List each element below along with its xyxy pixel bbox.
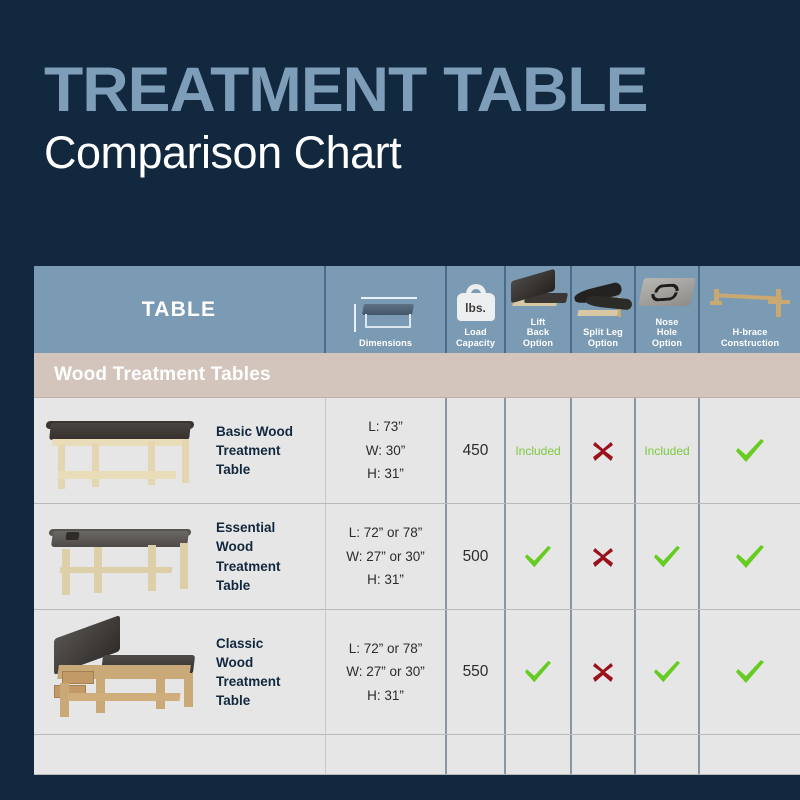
split-leg-icon — [572, 279, 634, 325]
header-label-lift-back-option: Lift Back Option — [522, 317, 554, 348]
page-title: TREATMENT TABLE — [44, 55, 648, 125]
nose-hole-cell: Included — [636, 398, 700, 503]
nose-hole-cell — [636, 610, 700, 734]
comparison-chart-page: TREATMENT TABLE Comparison Chart TABLE D… — [0, 0, 800, 800]
weight-icon-text: lbs. — [465, 301, 486, 316]
split-leg-cell — [572, 504, 636, 609]
header-label-h-brace-construction: H-brace Construction — [720, 327, 780, 348]
table-row[interactable] — [34, 735, 800, 775]
header-label-nose-hole-option: Nose Hole Option — [651, 317, 683, 348]
dimensions-value: L: 72” or 78” W: 27” or 30” H: 31” — [346, 525, 425, 588]
lift-back-icon — [506, 268, 570, 315]
check-icon — [525, 545, 551, 567]
header-label-table: TABLE — [141, 297, 217, 321]
table-header-row: TABLE Dimensions lbs. Load Capacity Lift… — [34, 266, 800, 353]
product-image-cell — [34, 398, 214, 503]
product-name-cell: Basic Wood Treatment Table — [214, 398, 326, 503]
header-label-split-leg-option: Split Leg Option — [583, 327, 623, 348]
dimensions-value: L: 73” W: 30” H: 31” — [365, 419, 406, 482]
h-brace-icon — [700, 279, 800, 325]
page-title-block: TREATMENT TABLE Comparison Chart — [44, 59, 764, 178]
table-row[interactable]: Essential Wood Treatment Table L: 72” or… — [34, 504, 800, 610]
load-capacity-cell: 450 — [447, 398, 506, 503]
load-capacity-cell: 500 — [447, 504, 506, 609]
product-name-cell: Essential Wood Treatment Table — [214, 504, 326, 609]
cross-icon — [593, 547, 613, 567]
section-header-wood-treatment-tables: Wood Treatment Tables — [34, 353, 800, 398]
cross-icon — [593, 663, 613, 682]
weight-lbs-icon: lbs. — [447, 279, 504, 325]
product-name: Basic Wood Treatment Table — [216, 423, 294, 478]
dimensions-cell — [326, 735, 447, 774]
nose-hole-value: Included — [644, 443, 690, 458]
lift-back-cell — [506, 504, 572, 609]
header-label-load-capacity: Load Capacity — [455, 327, 496, 348]
lift-back-cell: Included — [506, 398, 572, 503]
split-leg-cell — [572, 610, 636, 734]
product-image-cell — [34, 504, 214, 609]
comparison-table: TABLE Dimensions lbs. Load Capacity Lift… — [34, 266, 800, 800]
dimensions-value: L: 72” or 78” W: 27” or 30” H: 31” — [346, 640, 425, 703]
nose-hole-cell — [636, 504, 700, 609]
header-cell-split-leg-option: Split Leg Option — [572, 266, 636, 353]
load-capacity-cell — [447, 735, 506, 774]
basic-wood-treatment-table-image — [44, 409, 204, 493]
cross-icon — [593, 441, 613, 461]
table-row[interactable]: Classic Wood Treatment Table L: 72” or 7… — [34, 610, 800, 735]
split-leg-cell — [572, 735, 636, 774]
split-leg-cell — [572, 398, 636, 503]
header-cell-lift-back-option: Lift Back Option — [506, 266, 572, 353]
header-cell-h-brace-construction: H-brace Construction — [700, 266, 800, 353]
lift-back-value: Included — [515, 443, 561, 458]
header-label-dimensions: Dimensions — [358, 337, 413, 348]
load-capacity-value: 550 — [462, 663, 489, 680]
product-name-cell — [214, 735, 326, 774]
product-image-cell — [34, 735, 214, 774]
page-subtitle: Comparison Chart — [44, 126, 402, 178]
product-name: Essential Wood Treatment Table — [216, 520, 281, 593]
table-dimensions-icon — [326, 290, 445, 336]
essential-wood-treatment-table-image — [44, 515, 204, 599]
lift-back-cell — [506, 735, 572, 774]
check-icon — [736, 544, 764, 568]
dimensions-cell: L: 72” or 78” W: 27” or 30” H: 31” — [326, 504, 447, 609]
check-icon — [736, 438, 764, 462]
check-icon — [654, 545, 680, 567]
nose-hole-icon — [636, 269, 698, 315]
h-brace-cell — [700, 504, 800, 609]
load-capacity-cell: 550 — [447, 610, 506, 734]
classic-wood-treatment-table-image — [44, 614, 204, 721]
product-name: Classic Wood Treatment Table — [216, 635, 281, 709]
h-brace-cell — [700, 610, 800, 734]
header-cell-nose-hole-option: Nose Hole Option — [636, 266, 700, 353]
header-cell-table: TABLE — [34, 266, 326, 353]
section-header-label: Wood Treatment Tables — [54, 364, 271, 385]
header-cell-load-capacity: lbs. Load Capacity — [447, 266, 506, 353]
header-cell-dimensions: Dimensions — [326, 266, 447, 353]
product-name-cell: Classic Wood Treatment Table — [214, 610, 326, 734]
lift-back-cell — [506, 610, 572, 734]
h-brace-cell — [700, 735, 800, 774]
nose-hole-cell — [636, 735, 700, 774]
check-icon — [654, 660, 680, 683]
check-icon — [736, 660, 764, 683]
product-image-cell — [34, 610, 214, 734]
load-capacity-value: 450 — [462, 441, 489, 459]
check-icon — [525, 660, 551, 683]
table-row[interactable]: Basic Wood Treatment Table L: 73” W: 30”… — [34, 398, 800, 504]
dimensions-cell: L: 72” or 78” W: 27” or 30” H: 31” — [326, 610, 447, 734]
dimensions-cell: L: 73” W: 30” H: 31” — [326, 398, 447, 503]
load-capacity-value: 500 — [462, 547, 489, 565]
h-brace-cell — [700, 398, 800, 503]
